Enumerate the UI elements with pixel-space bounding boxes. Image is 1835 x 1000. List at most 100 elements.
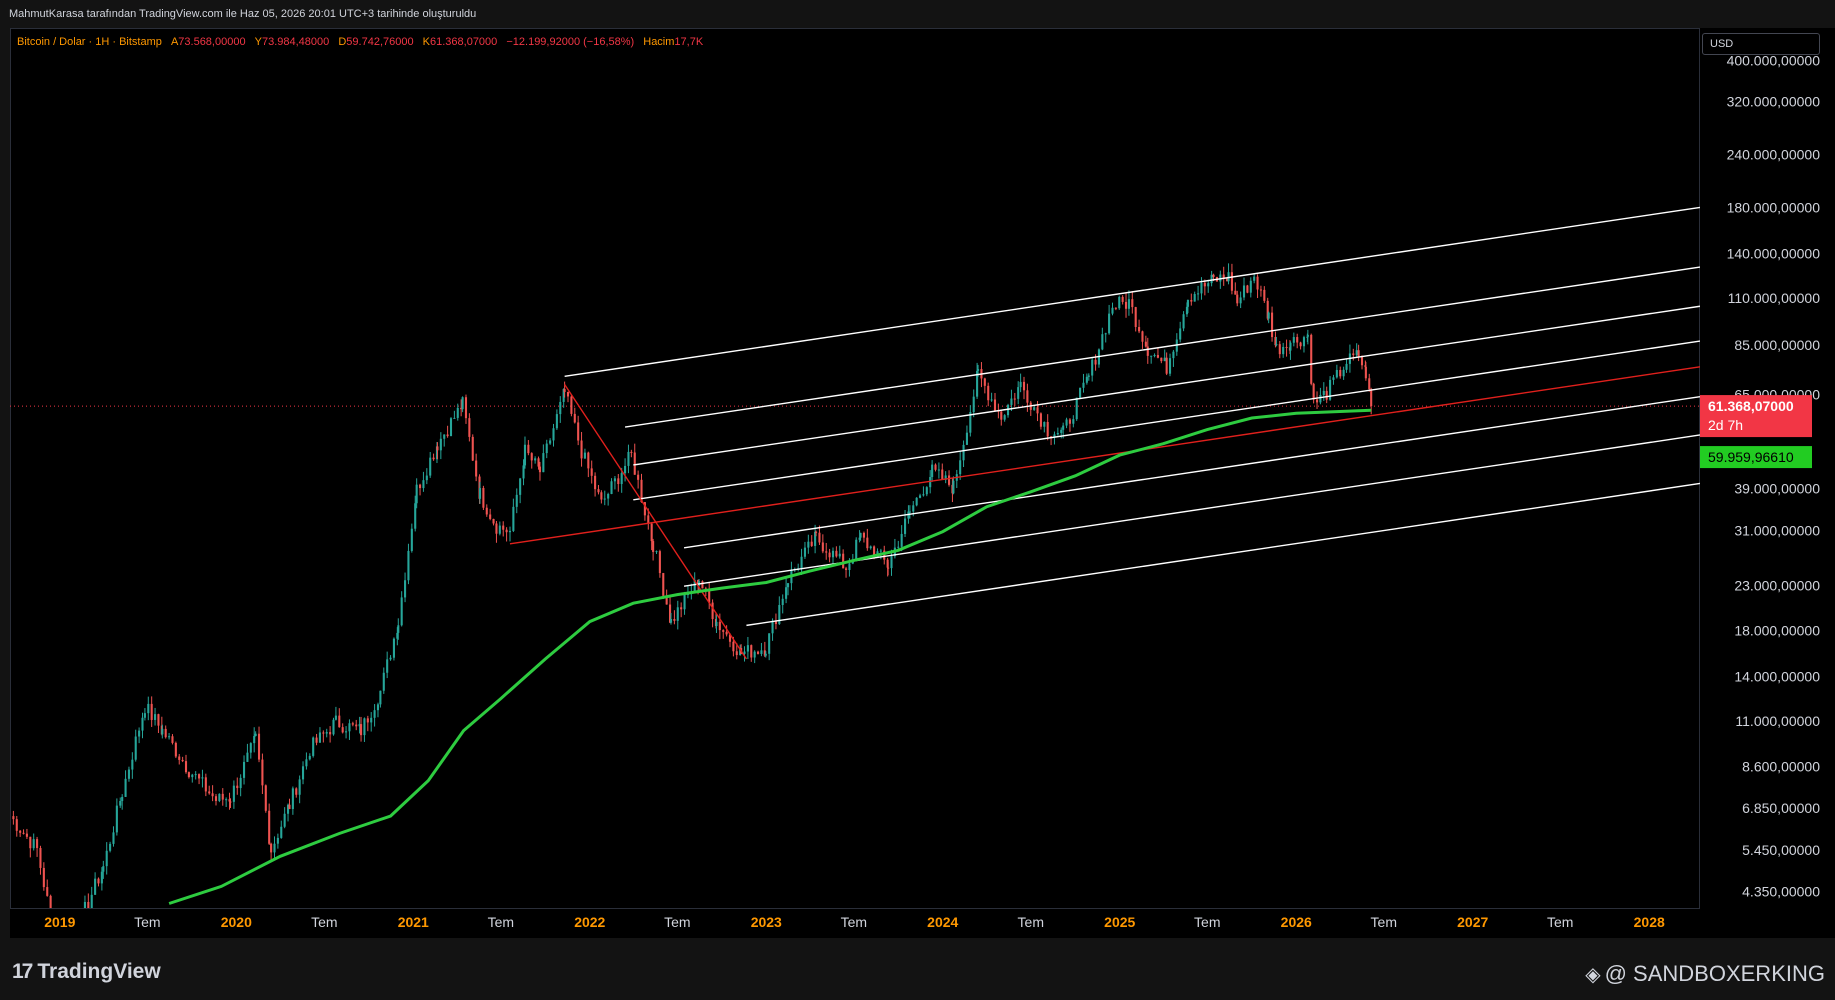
candle-body [1026,390,1029,403]
price-chart[interactable] [0,0,1835,1000]
candle-body [900,533,903,547]
candle-body [315,737,318,743]
candle-body [859,532,862,538]
candle-body [931,464,934,478]
high-label: Y [254,36,262,48]
channel-line [683,395,1701,549]
candle-body [94,878,97,895]
candle-body [676,607,679,621]
candle-body [825,551,828,553]
candle-body [134,736,137,760]
candle-body [1335,369,1338,378]
candle-body [1259,289,1262,291]
volume-label: Hacim [643,36,675,48]
candle-body [746,645,749,652]
candle-body [522,465,525,479]
candle-body [1312,383,1315,400]
close-value: 61.368,07000 [430,36,498,48]
candle-body [620,473,623,485]
candle-body [627,451,630,466]
candle-body [1060,429,1063,433]
candle-body [97,878,100,884]
candle-body [983,378,986,386]
candle-body [617,478,620,485]
candle-body [662,573,665,596]
candle-body [1072,419,1075,424]
candle-body [301,766,305,780]
symbol-legend[interactable]: Bitcoin / Dolar · 1H · Bitstamp A73.568,… [17,36,703,48]
candle-body [273,843,276,853]
candle-body [959,460,962,475]
open-value: 73.568,00000 [178,36,246,48]
candle-body [862,532,865,538]
candle-body [1087,375,1090,377]
candle-body [831,550,835,558]
candle-body [987,385,990,401]
candle-body [537,458,540,467]
time-axis[interactable] [10,908,1700,938]
candle-body [124,778,127,797]
candle-body [432,457,435,460]
candle-body [647,515,650,524]
candle-body [214,796,218,801]
candle-body [573,413,576,423]
candle-body [1239,297,1242,304]
symbol-name[interactable]: Bitcoin / Dolar · 1H · Bitstamp [17,36,162,48]
candle-body [325,732,328,734]
candle-body [594,475,597,490]
candle-body [422,480,425,489]
candle-body [743,651,746,654]
candle-body [246,752,249,762]
price-axis[interactable] [1700,28,1835,938]
candle-body [1065,419,1068,426]
candle-body [549,440,552,444]
candle-body [866,537,869,549]
candle-body [523,444,527,466]
candle-body [1292,337,1295,343]
candle-body [1355,350,1358,355]
candle-body [329,732,332,735]
candle-body [583,452,586,459]
candle-body [519,478,522,495]
candle-body [505,529,508,533]
candle-body [887,567,890,569]
candle-body [1182,314,1185,329]
candle-body [204,777,207,792]
candle-body [1091,359,1094,376]
candle-body [785,587,788,599]
candle-body [718,621,721,631]
candle-body [1267,312,1270,319]
high-value: 73.984,48000 [261,36,330,48]
candle-body [948,475,951,485]
candle-body [456,407,459,418]
candle-body [257,733,261,760]
candle-body [1062,425,1065,430]
candle-body [1036,407,1039,414]
candle-body [530,453,533,461]
currency-selector[interactable]: USD [1702,33,1820,55]
candle-body [1033,407,1036,410]
candle-body [922,494,925,496]
candle-body [418,484,422,489]
candle-body [276,837,279,844]
candle-body [211,793,214,797]
candle-body [915,497,918,506]
candle-body [1079,387,1082,398]
candle-body [366,718,369,723]
candle-body [597,489,600,493]
candle-body [1242,285,1246,298]
candle-body [925,487,928,495]
candle-body [386,659,389,673]
tradingview-logo[interactable]: 17 TradingView [12,960,161,984]
candle-body [1299,342,1302,347]
candle-body [977,369,980,371]
close-label: K [422,36,430,48]
candle-body [1000,411,1003,420]
candle-body [771,620,774,634]
candle-body [242,761,246,778]
candle-body [934,464,937,470]
candle-body [239,777,242,789]
candle-body [753,651,756,658]
candle-body [534,458,537,461]
candle-body [283,813,286,827]
